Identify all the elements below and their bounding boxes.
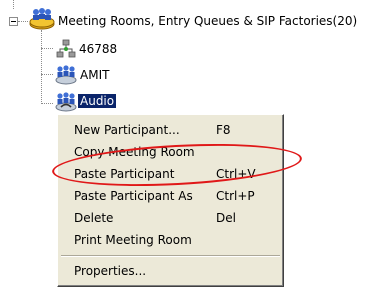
tree-connector-horizontal (41, 74, 53, 75)
menu-item-label: Print Meeting Room (74, 233, 192, 247)
tree-connector-vertical (41, 30, 42, 104)
tree-connector-horizontal (41, 48, 53, 49)
tree-connector-vertical (13, 0, 14, 9)
menu-item-label: Copy Meeting Room (74, 145, 195, 159)
meeting-rooms-root-icon (28, 7, 56, 31)
menu-item-label: Delete (74, 211, 114, 225)
menu-item-shortcut: F8 (216, 123, 231, 137)
menu-item-shortcut: Ctrl+P (216, 189, 255, 203)
tree-node-label-selected[interactable]: Audio (78, 94, 117, 108)
menu-item-label: Paste Participant As (74, 189, 193, 203)
menu-item-copy-meeting-room[interactable]: Copy Meeting Room (58, 141, 283, 163)
menu-item-shortcut: Ctrl+V (216, 167, 256, 181)
menu-item-paste-participant-as[interactable]: Paste Participant As Ctrl+P (58, 185, 283, 207)
tree-root-label[interactable]: Meeting Rooms, Entry Queues & SIP Factor… (58, 14, 357, 28)
sip-factory-icon (55, 38, 77, 60)
menu-item-label: New Participant... (74, 123, 180, 137)
tree-node-label[interactable]: 46788 (79, 42, 117, 56)
collapse-toggle[interactable] (9, 17, 18, 26)
menu-item-delete[interactable]: Delete Del (58, 207, 283, 229)
menu-item-paste-participant[interactable]: Paste Participant Ctrl+V (58, 163, 283, 185)
menu-item-shortcut: Del (216, 211, 236, 225)
menu-item-properties[interactable]: Properties... (58, 260, 283, 282)
menu-separator (61, 255, 280, 257)
context-menu: New Participant... F8 Copy Meeting Room … (57, 114, 284, 287)
tree-connector-horizontal (41, 103, 53, 104)
menu-item-new-participant[interactable]: New Participant... F8 (58, 119, 283, 141)
tree-node-label[interactable]: AMIT (80, 68, 109, 82)
menu-item-print-meeting-room[interactable]: Print Meeting Room (58, 229, 283, 251)
tree-connector-horizontal (18, 21, 28, 22)
menu-item-label: Paste Participant (74, 167, 175, 181)
meeting-room-icon (55, 63, 77, 85)
menu-item-label: Properties... (74, 264, 147, 278)
audio-meeting-room-icon (55, 90, 77, 112)
